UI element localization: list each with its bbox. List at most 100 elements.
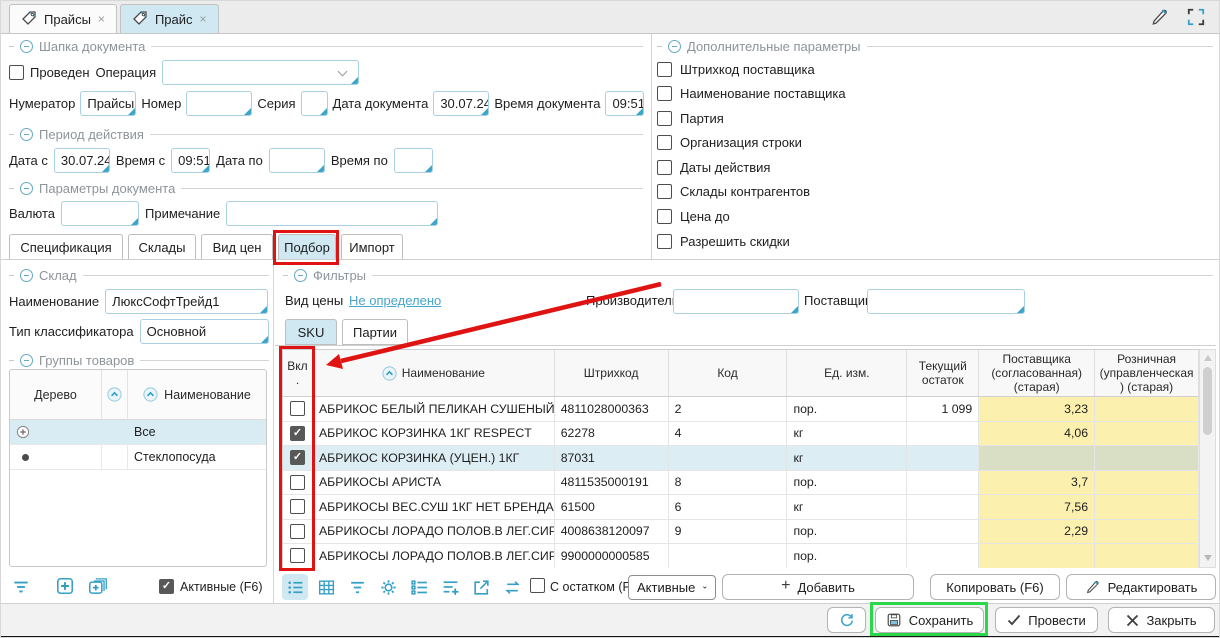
doc-tab-4[interactable]: Импорт xyxy=(341,234,403,260)
collapse-icon[interactable] xyxy=(20,182,33,195)
producer-input[interactable] xyxy=(673,289,799,314)
checkbox[interactable] xyxy=(657,160,672,175)
table-row[interactable]: АБРИКОС КОРЗИНКА (УЦЕН.) 1КГ87031кг xyxy=(283,446,1199,471)
column-header-tree[interactable]: Дерево xyxy=(10,370,102,419)
window-tab-price[interactable]: Прайс × xyxy=(120,4,219,33)
sort-ascending-icon[interactable] xyxy=(382,366,397,381)
doc-tab-2[interactable]: Вид цен xyxy=(201,234,273,260)
list-view-icon[interactable] xyxy=(282,574,308,600)
collapse-icon[interactable] xyxy=(20,40,33,53)
include-checkbox[interactable] xyxy=(290,450,305,465)
vertical-scrollbar[interactable] xyxy=(1199,349,1216,568)
doc-tab-1[interactable]: Склады xyxy=(128,234,196,260)
with-stock-checkbox[interactable] xyxy=(530,578,545,593)
classifier-input[interactable]: Основной xyxy=(140,319,269,344)
include-checkbox[interactable] xyxy=(290,475,305,490)
product-group-row[interactable]: Все xyxy=(10,420,266,445)
grid-view-icon[interactable] xyxy=(313,574,339,600)
swap-refresh-icon[interactable] xyxy=(499,574,525,600)
add-row-icon[interactable] xyxy=(437,574,463,600)
column-header-name[interactable]: Наименование xyxy=(128,370,266,419)
collapse-icon[interactable] xyxy=(20,128,33,141)
include-checkbox[interactable] xyxy=(290,401,305,416)
checkbox[interactable] xyxy=(657,184,672,199)
column-header-barcode[interactable]: Штрихкод xyxy=(555,350,669,396)
table-row[interactable]: АБРИКОСЫ ВЕС.СУШ 1КГ НЕТ БРЕНДА615006кг7… xyxy=(283,495,1199,520)
close-icon[interactable]: × xyxy=(98,12,105,26)
column-header-name[interactable]: Наименование xyxy=(313,350,555,396)
column-header-retail-price[interactable]: Розничная (управленческая) (старая) xyxy=(1095,350,1199,396)
refresh-button[interactable] xyxy=(827,607,866,633)
product-group-row[interactable]: Стеклопосуда xyxy=(10,445,266,470)
add-group-icon[interactable] xyxy=(55,576,75,599)
filter-icon[interactable] xyxy=(11,577,31,600)
fullscreen-icon[interactable] xyxy=(1185,6,1207,28)
export-icon[interactable] xyxy=(468,574,494,600)
doc-tab-3[interactable]: Подбор xyxy=(278,234,336,260)
column-header-supplier-price[interactable]: Поставщика (согласованная) (старая) xyxy=(979,350,1095,396)
scroll-down-icon[interactable] xyxy=(1204,555,1212,561)
table-row[interactable]: АБРИКОС БЕЛЫЙ ПЕЛИКАН СУШЕНЫЙ 200Г БЕЛ48… xyxy=(283,397,1199,422)
collapse-icon[interactable] xyxy=(20,354,33,367)
edit-button[interactable]: Редактировать xyxy=(1066,574,1216,600)
expand-plus-icon[interactable] xyxy=(16,425,30,439)
checkbox[interactable] xyxy=(657,86,672,101)
close-button[interactable]: Закрыть xyxy=(1108,607,1215,633)
window-tab-price-lists[interactable]: Прайсы × xyxy=(9,4,117,33)
checkbox[interactable] xyxy=(657,135,672,150)
include-checkbox[interactable] xyxy=(290,524,305,539)
time-from-input[interactable]: 09:51 xyxy=(171,148,210,173)
date-to-input[interactable] xyxy=(269,148,325,173)
tree-cell[interactable] xyxy=(10,420,102,444)
settings-gear-icon[interactable] xyxy=(375,574,401,600)
scroll-up-icon[interactable] xyxy=(1204,355,1212,361)
supplier-input[interactable] xyxy=(867,289,1025,314)
checkbox[interactable] xyxy=(657,62,672,77)
warehouse-name-input[interactable]: ЛюксСофтТрейд1 xyxy=(105,289,268,314)
close-icon[interactable]: × xyxy=(200,12,207,26)
include-checkbox[interactable] xyxy=(290,499,305,514)
edit-pencil-icon[interactable] xyxy=(1149,6,1171,28)
sku-tab-0[interactable]: SKU xyxy=(285,319,337,345)
save-button[interactable]: Сохранить xyxy=(875,607,984,633)
number-input[interactable] xyxy=(186,91,252,116)
add-subgroup-icon[interactable] xyxy=(87,576,109,599)
table-row[interactable]: АБРИКОСЫ ЛОРАДО ПОЛОВ.В ЛЕГ.СИР. 425Г Ж/… xyxy=(283,520,1199,545)
table-row[interactable]: АБРИКОСЫ ЛОРАДО ПОЛОВ.В ЛЕГ.СИР. 425Г (У… xyxy=(283,544,1199,568)
currency-input[interactable] xyxy=(61,201,139,226)
collapse-icon[interactable] xyxy=(294,269,307,282)
collapse-icon[interactable] xyxy=(20,269,33,282)
tree-cell[interactable] xyxy=(10,445,102,469)
date-from-input[interactable]: 30.07.24 xyxy=(54,148,110,173)
active-filter-checkbox[interactable] xyxy=(159,579,174,594)
group-name-cell[interactable]: Стеклопосуда xyxy=(128,445,266,469)
doc-time-input[interactable]: 09:51 xyxy=(605,91,644,116)
table-row[interactable]: АБРИКОС КОРЗИНКА 1КГ RESPECT622784кг4,06 xyxy=(283,422,1199,447)
operation-select[interactable] xyxy=(162,60,359,85)
table-row[interactable]: АБРИКОСЫ АРИСТА48115350001918пор.3,7 xyxy=(283,471,1199,496)
filter-icon[interactable] xyxy=(344,574,370,600)
include-checkbox[interactable] xyxy=(290,548,305,563)
collapse-icon[interactable] xyxy=(668,40,681,53)
include-checkbox[interactable] xyxy=(290,426,305,441)
column-header-code[interactable]: Код xyxy=(669,350,788,396)
column-header-vkl[interactable]: Вкл. xyxy=(283,350,313,396)
note-input[interactable] xyxy=(226,201,438,226)
price-type-link[interactable]: Не определено xyxy=(349,293,441,308)
copy-button[interactable]: Копировать (F6) xyxy=(930,574,1060,600)
doc-date-input[interactable]: 30.07.24 xyxy=(433,91,489,116)
column-header-unit[interactable]: Ед. изм. xyxy=(787,350,907,396)
sort-icon-cell[interactable] xyxy=(102,370,128,419)
numerator-input[interactable]: Прайсы xyxy=(80,91,136,116)
add-button[interactable]: +Добавить xyxy=(722,574,914,600)
checkbox[interactable] xyxy=(657,209,672,224)
sku-tab-1[interactable]: Партии xyxy=(342,319,408,345)
post-button[interactable]: Провести xyxy=(995,607,1098,633)
column-header-stock[interactable]: Текущий остаток xyxy=(907,350,979,396)
series-input[interactable] xyxy=(301,91,328,116)
active-filter-select[interactable]: Активные xyxy=(628,575,716,600)
scrollbar-thumb[interactable] xyxy=(1203,367,1212,435)
time-to-input[interactable] xyxy=(394,148,433,173)
group-name-cell[interactable]: Все xyxy=(128,420,266,444)
numbered-list-icon[interactable] xyxy=(406,574,432,600)
